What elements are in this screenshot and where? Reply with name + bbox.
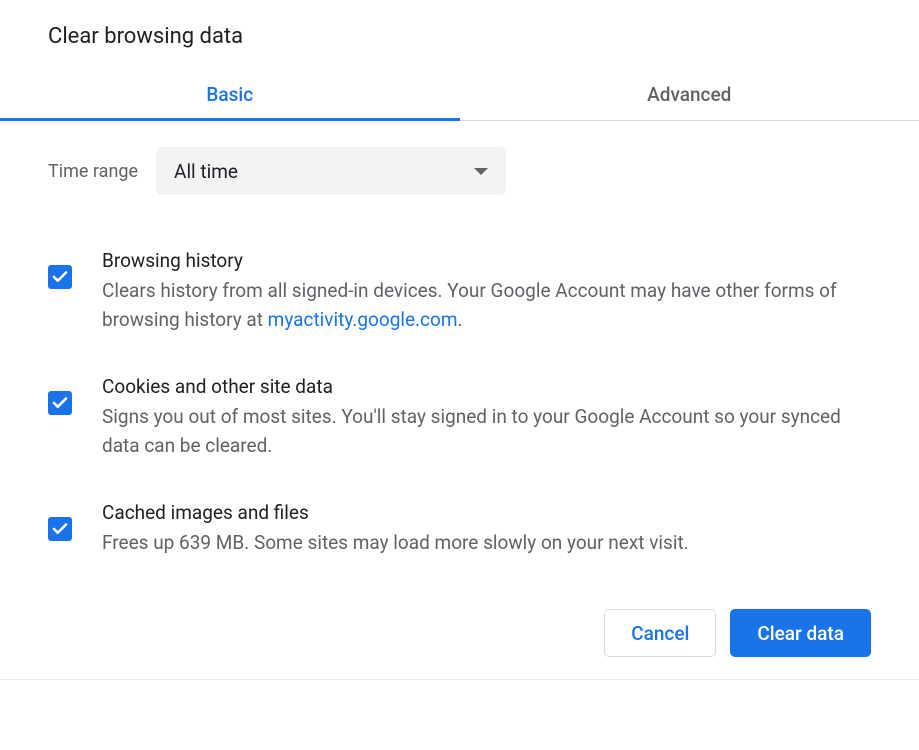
time-range-value: All time [174,160,474,183]
clear-browsing-data-dialog: Clear browsing data Basic Advanced Time … [0,0,919,680]
option-desc: Frees up 639 MB. Some sites may load mor… [102,528,871,557]
tab-basic[interactable]: Basic [0,69,460,120]
check-icon [51,520,69,538]
option-desc-after: . [458,308,463,331]
checkbox-browsing-history[interactable] [48,265,72,289]
time-range-row: Time range All time [48,147,871,195]
option-cache: Cached images and files Frees up 639 MB.… [48,501,871,557]
button-row: Cancel Clear data [0,597,919,680]
option-desc: Signs you out of most sites. You'll stay… [102,402,871,461]
time-range-select[interactable]: All time [156,147,506,195]
chevron-down-icon [474,168,488,175]
checkbox-cache[interactable] [48,517,72,541]
tabs: Basic Advanced [0,69,919,121]
checkbox-cookies[interactable] [48,391,72,415]
dialog-title: Clear browsing data [0,0,919,69]
option-title: Cookies and other site data [102,375,871,398]
option-desc: Clears history from all signed-in device… [102,276,871,335]
option-title: Cached images and files [102,501,871,524]
option-cookies: Cookies and other site data Signs you ou… [48,375,871,461]
option-text: Browsing history Clears history from all… [102,249,871,335]
cancel-button[interactable]: Cancel [604,609,716,657]
option-desc-text: Clears history from all signed-in device… [102,279,837,331]
dialog-content: Time range All time Browsing history Cle… [0,121,919,557]
option-title: Browsing history [102,249,871,272]
option-browsing-history: Browsing history Clears history from all… [48,249,871,335]
clear-data-button[interactable]: Clear data [730,609,871,657]
myactivity-link[interactable]: myactivity.google.com [268,308,458,331]
check-icon [51,268,69,286]
time-range-label: Time range [48,161,138,182]
option-text: Cached images and files Frees up 639 MB.… [102,501,871,557]
option-text: Cookies and other site data Signs you ou… [102,375,871,461]
tab-advanced[interactable]: Advanced [460,69,919,120]
check-icon [51,394,69,412]
